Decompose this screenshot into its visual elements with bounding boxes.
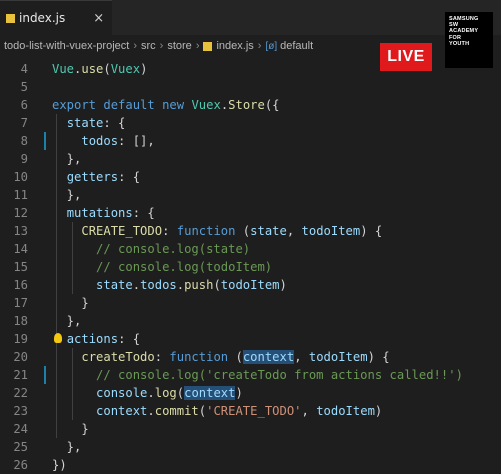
breadcrumb-project[interactable]: todo-list-with-vuex-project: [4, 40, 129, 52]
chevron-right-icon: ›: [257, 40, 262, 52]
code-text[interactable]: mutations: {: [52, 204, 155, 222]
symbol-icon: [ø]: [265, 40, 278, 52]
line-number: 17: [13, 296, 28, 310]
code-text[interactable]: export default new Vuex.Store({: [52, 96, 280, 114]
lightbulb-icon[interactable]: [54, 333, 62, 343]
code-text[interactable]: state: {: [52, 114, 126, 132]
code-text[interactable]: state.todos.push(todoItem): [52, 276, 287, 294]
code-line[interactable]: 22 console.log(context): [0, 384, 501, 402]
code-text[interactable]: Vue.use(Vuex): [52, 60, 147, 78]
line-number: 15: [13, 260, 28, 274]
code-text[interactable]: // console.log('createTodo from actions …: [52, 366, 463, 384]
code-line[interactable]: 13 CREATE_TODO: function (state, todoIte…: [0, 222, 501, 240]
line-number: 23: [13, 404, 28, 418]
code-line[interactable]: 12 mutations: {: [0, 204, 501, 222]
line-number: 25: [13, 440, 28, 454]
chevron-right-icon: ›: [195, 40, 200, 52]
code-line[interactable]: 21 // console.log('createTodo from actio…: [0, 366, 501, 384]
breadcrumb-store[interactable]: store: [167, 40, 191, 52]
code-line[interactable]: 8 todos: [],: [0, 132, 501, 150]
close-icon[interactable]: ×: [93, 11, 104, 26]
code-text[interactable]: // console.log(state): [52, 240, 250, 258]
code-text[interactable]: CREATE_TODO: function (state, todoItem) …: [52, 222, 382, 240]
code-editor[interactable]: 4 Vue.use(Vuex) 5 6 export default new Vuex.…: [0, 60, 501, 472]
code-text[interactable]: },: [52, 438, 82, 456]
breadcrumb-src[interactable]: src: [141, 40, 156, 52]
code-line[interactable]: 24 }: [0, 420, 501, 438]
js-file-icon: [203, 41, 213, 51]
code-text[interactable]: getters: {: [52, 168, 140, 186]
code-line[interactable]: 15 // console.log(todoItem): [0, 258, 501, 276]
line-number: 20: [13, 350, 28, 364]
line-number: 8: [20, 134, 28, 148]
code-line[interactable]: 16 state.todos.push(todoItem): [0, 276, 501, 294]
code-text[interactable]: todos: [],: [52, 132, 154, 150]
tab-bar: index.js ×: [0, 0, 501, 35]
code-text[interactable]: },: [52, 186, 82, 204]
code-line[interactable]: 11 },: [0, 186, 501, 204]
line-number: 22: [13, 386, 28, 400]
line-number: 18: [13, 314, 28, 328]
code-line[interactable]: 9 },: [0, 150, 501, 168]
code-line[interactable]: 5: [0, 78, 501, 96]
line-number: 4: [20, 62, 28, 76]
code-text[interactable]: }: [52, 294, 88, 312]
tab-label: index.js: [19, 11, 66, 25]
code-line[interactable]: 26}): [0, 456, 501, 474]
code-line[interactable]: 10 getters: {: [0, 168, 501, 186]
code-text[interactable]: // console.log(todoItem): [52, 258, 272, 276]
code-line[interactable]: 25 },: [0, 438, 501, 456]
code-text[interactable]: console.log(context): [52, 384, 243, 402]
code-line[interactable]: 4 Vue.use(Vuex): [0, 60, 501, 78]
line-number: 21: [13, 368, 28, 382]
chevron-right-icon: ›: [133, 40, 137, 52]
line-number: 26: [13, 458, 28, 472]
line-number: 14: [13, 242, 28, 256]
code-text[interactable]: actions: {: [52, 330, 140, 348]
code-line[interactable]: 7 state: {: [0, 114, 501, 132]
line-number: 6: [20, 98, 28, 112]
line-number: 10: [13, 170, 28, 184]
line-number: 13: [13, 224, 28, 238]
js-file-icon: [6, 13, 15, 23]
code-text[interactable]: }): [52, 456, 67, 474]
code-text[interactable]: context.commit('CREATE_TODO', todoItem): [52, 402, 382, 420]
line-number: 24: [13, 422, 28, 436]
code-line[interactable]: 6 export default new Vuex.Store({: [0, 96, 501, 114]
tab-index-js[interactable]: index.js ×: [0, 0, 112, 35]
line-number: 7: [20, 116, 28, 130]
code-text[interactable]: }: [52, 420, 88, 438]
line-number: 11: [13, 188, 28, 202]
code-text[interactable]: },: [52, 312, 82, 330]
chevron-right-icon: ›: [159, 40, 164, 52]
line-number: 12: [13, 206, 28, 220]
code-text[interactable]: createTodo: function (context, todoItem)…: [52, 348, 390, 366]
code-text[interactable]: },: [52, 150, 82, 168]
code-line[interactable]: 23 context.commit('CREATE_TODO', todoIte…: [0, 402, 501, 420]
code-line[interactable]: 18 },: [0, 312, 501, 330]
breadcrumb-symbol[interactable]: default: [280, 40, 313, 52]
breadcrumb-file[interactable]: index.js: [216, 40, 253, 52]
code-line[interactable]: 17 }: [0, 294, 501, 312]
line-number: 5: [20, 80, 28, 94]
line-number: 16: [13, 278, 28, 292]
code-line[interactable]: 19 actions: {: [0, 330, 501, 348]
line-number: 9: [20, 152, 28, 166]
code-line[interactable]: 20 createTodo: function (context, todoIt…: [0, 348, 501, 366]
code-line[interactable]: 14 // console.log(state): [0, 240, 501, 258]
line-number: 19: [13, 332, 28, 346]
